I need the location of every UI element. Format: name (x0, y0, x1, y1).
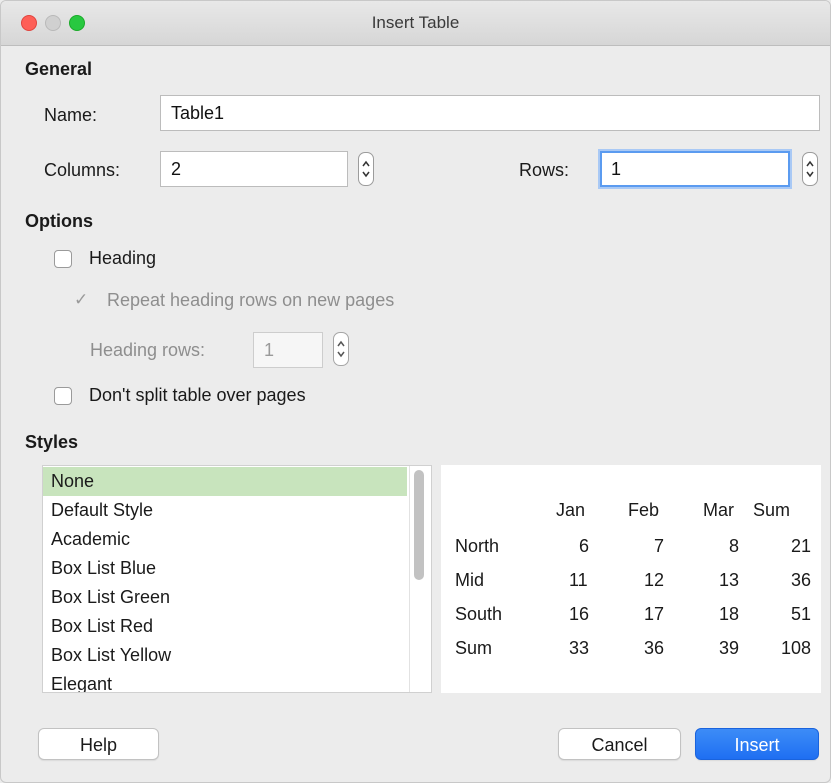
preview-header-feb: Feb (628, 500, 660, 520)
preview-cell: 33 (569, 638, 590, 658)
preview-header-sum: Sum (753, 500, 791, 520)
window-title: Insert Table (371, 13, 460, 32)
columns-label: Columns: (44, 160, 121, 180)
style-item-box-list-green[interactable]: Box List Green (43, 583, 407, 612)
styles-scrollbar-thumb[interactable] (414, 470, 424, 580)
style-item-box-list-yellow[interactable]: Box List Yellow (43, 641, 407, 670)
preview-cell: 13 (719, 570, 740, 590)
help-button[interactable]: Help (38, 728, 159, 760)
preview-cell: 17 (644, 604, 665, 624)
repeat-heading-label: Repeat heading rows on new pages (107, 290, 395, 310)
preview-cell: 8 (729, 536, 740, 556)
preview-cell: 21 (791, 536, 812, 556)
rows-label: Rows: (519, 160, 570, 180)
dont-split-label: Don't split table over pages (89, 385, 306, 405)
heading-rows-stepper[interactable] (333, 332, 349, 366)
general-heading: General (25, 59, 93, 79)
name-input[interactable] (160, 95, 820, 131)
preview-cell: 11 (569, 570, 588, 590)
columns-stepper[interactable] (358, 152, 374, 186)
preview-cell: 51 (791, 604, 812, 624)
up-down-arrows-icon (806, 160, 814, 178)
preview-header-jan: Jan (556, 500, 586, 520)
heading-rows-input[interactable] (253, 332, 323, 368)
preview-row-label: North (455, 536, 500, 556)
style-item-academic[interactable]: Academic (43, 525, 407, 554)
style-item-box-list-red[interactable]: Box List Red (43, 612, 407, 641)
up-down-arrows-icon (362, 160, 370, 178)
style-item-elegant[interactable]: Elegant (43, 670, 407, 692)
preview-cell: 7 (654, 536, 665, 556)
options-heading: Options (25, 211, 93, 231)
preview-row-label: South (455, 604, 503, 624)
styles-list[interactable]: None Default Style Academic Box List Blu… (42, 465, 432, 693)
name-label: Name: (44, 105, 98, 125)
style-item-box-list-blue[interactable]: Box List Blue (43, 554, 407, 583)
heading-rows-label: Heading rows: (90, 340, 206, 360)
preview-header-mar: Mar (703, 500, 734, 520)
rows-input[interactable] (600, 151, 790, 187)
heading-checkbox-label: Heading (89, 248, 157, 268)
rows-stepper[interactable] (802, 152, 818, 186)
insert-button[interactable]: Insert (695, 728, 819, 760)
columns-input[interactable] (160, 151, 348, 187)
style-item-default-style[interactable]: Default Style (43, 496, 407, 525)
title-bar: Insert Table (1, 1, 830, 46)
preview-cell: 12 (644, 570, 665, 590)
table-style-preview: Jan Feb Mar Sum North 6 7 8 21 Mid 11 12… (441, 465, 821, 693)
styles-heading: Styles (25, 432, 79, 452)
preview-cell: 36 (644, 638, 665, 658)
preview-cell: 39 (719, 638, 740, 658)
preview-cell: 6 (579, 536, 590, 556)
preview-row-label: Sum (455, 638, 493, 658)
up-down-arrows-icon (337, 340, 345, 358)
preview-row-label: Mid (455, 570, 485, 590)
preview-cell: 18 (719, 604, 740, 624)
repeat-heading-checkbox[interactable]: ✓ (74, 291, 88, 309)
cancel-button[interactable]: Cancel (558, 728, 681, 760)
styles-scrollbar-track (409, 466, 410, 692)
insert-table-dialog: Insert Table General Name: Columns: Rows… (0, 0, 831, 783)
preview-cell: 108 (781, 638, 812, 658)
preview-cell: 36 (791, 570, 812, 590)
dont-split-checkbox[interactable] (54, 387, 72, 405)
heading-checkbox[interactable] (54, 250, 72, 268)
style-item-none[interactable]: None (43, 467, 407, 496)
preview-cell: 16 (569, 604, 590, 624)
